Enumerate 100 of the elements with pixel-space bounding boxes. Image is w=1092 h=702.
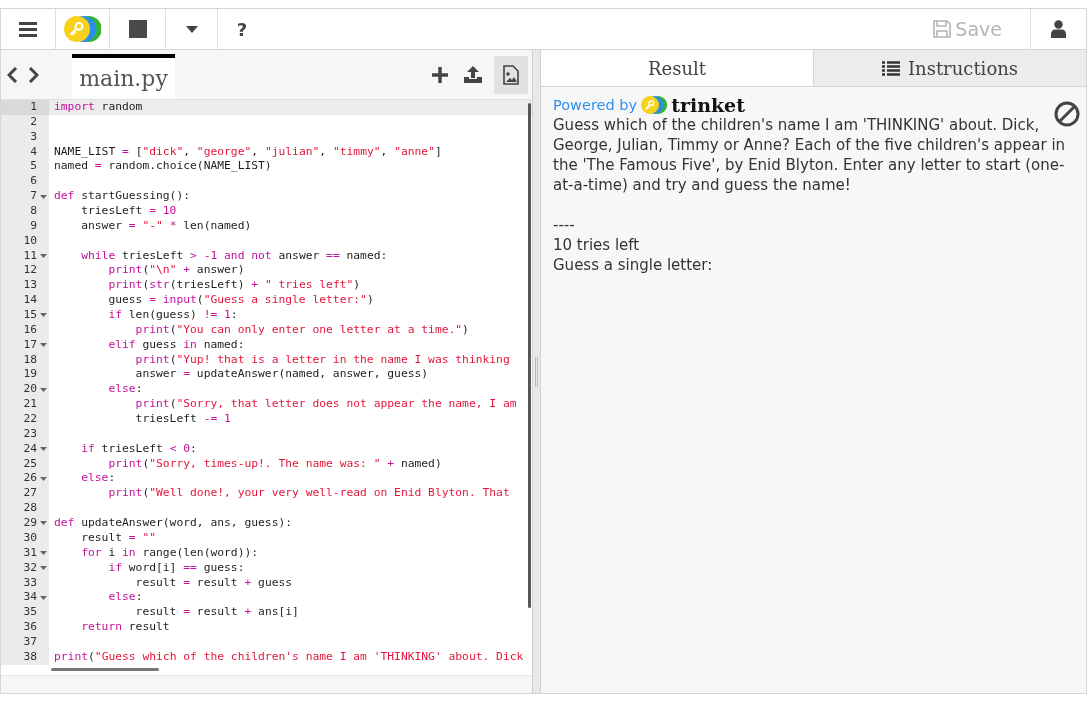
fold-arrow-icon[interactable] [40, 595, 47, 600]
code-line: print("You can only enter one letter at a time.") [134, 322, 469, 336]
code-line: else: [107, 590, 143, 604]
line-number: 38 [22, 649, 37, 665]
fold-arrow-icon[interactable] [40, 387, 47, 392]
plus-icon [432, 66, 448, 83]
help-button[interactable]: ? [218, 9, 266, 49]
line-number: 25 [22, 456, 37, 472]
panel-tab[interactable]: Result [541, 50, 813, 86]
panel-tab[interactable]: Instructions [813, 50, 1086, 86]
line-number: 20 [22, 382, 37, 398]
line-number: 15 [22, 308, 37, 323]
code-line: return result [80, 620, 170, 634]
code-line: else: [107, 382, 143, 396]
chevron-left-icon [7, 66, 18, 83]
code-line: def updateAnswer(word, ans, guess): [54, 516, 293, 530]
upload-icon [464, 66, 482, 83]
caret-icon [185, 25, 198, 33]
line-number: 9 [29, 218, 37, 234]
user-icon [1051, 20, 1066, 38]
output-line: ---- [553, 215, 575, 235]
fold-arrow-icon[interactable] [40, 521, 47, 526]
menu-icon [19, 21, 37, 37]
line-number: 16 [22, 322, 37, 338]
code-line: def startGuessing(): [54, 189, 191, 203]
line-number: 24 [22, 441, 37, 457]
code-line: result = "" [80, 530, 157, 544]
list-icon [881, 60, 900, 76]
line-number: 37 [22, 634, 37, 650]
code-line: answer = "-" * len(named) [80, 218, 252, 232]
code-line: print(str(triesLeft) + " tries left") [107, 278, 361, 292]
line-number: 14 [22, 293, 37, 309]
horizontal-scrollbar[interactable] [51, 668, 159, 672]
trinket-logo-icon [641, 96, 668, 114]
fold-arrow-icon[interactable] [40, 313, 47, 318]
line-number: 33 [22, 575, 37, 591]
output-line: Guess a single letter: [553, 255, 713, 275]
stop-icon [128, 20, 147, 38]
line-number: 7 [29, 189, 37, 204]
clear-output-icon[interactable] [1054, 101, 1080, 127]
code-line: if len(guess) != 1: [107, 308, 238, 322]
file-tab[interactable]: main.py [72, 54, 175, 99]
code-line: print("Sorry, times-up!. The name was: " + named) [107, 456, 442, 470]
code-line: print("Guess which of the children's name I am 'THINKING' about. Dick [54, 649, 524, 663]
previous-arrow-button[interactable] [7, 66, 18, 83]
line-number: 27 [22, 486, 37, 502]
line-number: 19 [22, 367, 37, 383]
line-number: 6 [29, 174, 37, 190]
powered-by-label: Powered by [553, 96, 638, 115]
code-line: print("Yup! that is a letter in the name I was thinking [134, 352, 510, 366]
code-line: print("\n" + answer) [107, 263, 245, 277]
fold-arrow-icon[interactable] [40, 343, 47, 348]
code-line: else: [80, 471, 116, 485]
code-line: elif guess in named: [107, 337, 245, 351]
output-line: 10 tries left [553, 235, 640, 255]
line-number: 31 [22, 545, 37, 561]
fold-arrow-icon[interactable] [40, 447, 47, 452]
code-line: if triesLeft < 0: [80, 441, 197, 455]
line-number: 12 [22, 263, 37, 279]
code-line: if word[i] == guess: [107, 560, 245, 574]
line-number: 29 [22, 516, 37, 531]
code-line: import random [54, 100, 143, 113]
fold-arrow-icon[interactable] [40, 476, 47, 481]
chevron-right-icon [28, 66, 39, 83]
code-line: answer = updateAnswer(named, answer, guess) [134, 367, 429, 381]
line-number: 13 [22, 278, 37, 294]
line-number: 2 [29, 114, 37, 130]
line-number: 36 [22, 620, 37, 635]
line-number: 21 [22, 397, 37, 413]
fold-arrow-icon[interactable] [40, 551, 47, 556]
image-file-icon [503, 64, 519, 85]
vertical-scrollbar[interactable] [528, 103, 531, 608]
code-line: named = random.choice(NAME_LIST) [54, 159, 272, 173]
line-number: 11 [22, 248, 37, 264]
code-line: print("Well done!, your very well-read on Enid Blyton. That [107, 486, 510, 500]
splitter-handle[interactable] [532, 50, 541, 693]
line-number: 18 [22, 352, 37, 368]
line-number: 1 [29, 100, 37, 115]
code-line: result = result + ans[i] [134, 605, 299, 619]
image-button[interactable] [494, 55, 528, 94]
line-number: 34 [22, 590, 37, 606]
brand-name: trinket [671, 95, 745, 115]
next-arrow-button[interactable] [28, 66, 39, 83]
code-line: triesLeft = 10 [80, 204, 177, 217]
line-number: 32 [22, 560, 37, 576]
fold-arrow-icon[interactable] [40, 566, 47, 571]
code-line: NAME_LIST = ["dick", "george", "julian", "timmy", "anne"] [54, 144, 442, 158]
line-number: 8 [29, 204, 37, 219]
line-number: 3 [29, 129, 37, 145]
code-line: result = result + guess [134, 575, 293, 589]
fold-arrow-icon[interactable] [40, 254, 47, 258]
code-line: print("Sorry, that letter does not appear the name, I am [134, 397, 517, 411]
line-number: 4 [29, 144, 37, 160]
line-number: 10 [22, 233, 37, 249]
code-line: while triesLeft > -1 and not answer == named: [80, 248, 388, 262]
code-line: triesLeft -= 1 [134, 412, 231, 426]
line-number: 23 [22, 426, 37, 442]
line-number: 5 [29, 159, 37, 175]
line-number: 17 [22, 337, 37, 353]
fold-arrow-icon[interactable] [40, 194, 47, 199]
